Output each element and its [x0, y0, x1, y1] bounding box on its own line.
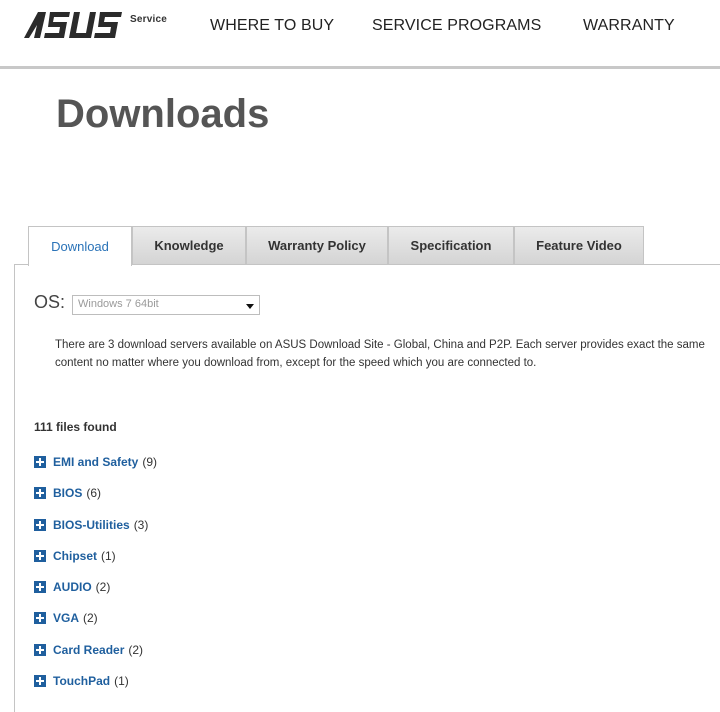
os-select[interactable]: Windows 7 64bit — [72, 295, 260, 315]
expand-plus-icon[interactable] — [34, 581, 46, 594]
tab-specification[interactable]: Specification — [388, 226, 514, 264]
category-count: (9) — [142, 455, 158, 469]
expand-plus-icon[interactable] — [34, 456, 46, 468]
category-count: (3) — [133, 517, 149, 532]
category-name[interactable]: AUDIO — [53, 580, 92, 594]
category-name[interactable]: BIOS — [53, 486, 82, 500]
nav-service-programs[interactable]: SERVICE PROGRAMS — [372, 17, 541, 35]
category-item: TouchPad (1) — [34, 674, 157, 705]
expand-plus-icon[interactable] — [34, 487, 46, 500]
asus-logo[interactable] — [14, 10, 126, 40]
nav-where-to-buy[interactable]: WHERE TO BUY — [210, 17, 334, 35]
tab-warranty-policy[interactable]: Warranty Policy — [246, 226, 388, 264]
category-count: (2) — [83, 611, 98, 626]
category-count: (6) — [86, 486, 102, 501]
expand-plus-icon[interactable] — [34, 612, 46, 625]
category-name[interactable]: TouchPad — [53, 674, 110, 688]
files-found-count: 111 files found — [34, 420, 117, 434]
category-name[interactable]: Card Reader — [53, 643, 124, 657]
category-item: BIOS (6) — [34, 486, 157, 517]
category-name[interactable]: EMI and Safety — [53, 455, 138, 469]
expand-plus-icon[interactable] — [34, 518, 46, 531]
category-item: AUDIO (2) — [34, 580, 157, 611]
category-item: Card Reader (2) — [34, 643, 157, 674]
category-item: Chipset (1) — [34, 549, 157, 580]
category-count: (1) — [114, 674, 129, 689]
os-select-value: Windows 7 64bit — [78, 298, 159, 310]
category-item: VGA (2) — [34, 611, 157, 642]
category-list: EMI and Safety (9) BIOS (6) BIOS-Utiliti… — [34, 455, 157, 705]
category-count: (2) — [128, 642, 144, 657]
page-title: Downloads — [56, 92, 270, 136]
category-count: (2) — [95, 580, 111, 595]
download-servers-notice: There are 3 download servers available o… — [55, 339, 705, 369]
expand-plus-icon[interactable] — [34, 549, 46, 562]
category-count: (1) — [101, 548, 116, 563]
expand-plus-icon[interactable] — [34, 643, 46, 656]
tab-bar: Download Knowledge Warranty Policy Speci… — [28, 226, 720, 266]
tab-knowledge[interactable]: Knowledge — [132, 226, 246, 264]
category-name[interactable]: VGA — [53, 611, 79, 625]
site-header: Service WHERE TO BUY SERVICE PROGRAMS WA… — [0, 0, 720, 69]
tab-feature-video[interactable]: Feature Video — [514, 226, 644, 264]
chevron-down-icon — [246, 304, 254, 309]
os-label: OS: — [34, 292, 66, 312]
tab-download[interactable]: Download — [28, 226, 132, 266]
category-item: EMI and Safety (9) — [34, 455, 157, 486]
logo-service-label: Service — [130, 14, 167, 25]
category-item: BIOS-Utilities (3) — [34, 518, 157, 549]
expand-plus-icon[interactable] — [34, 675, 46, 688]
category-name[interactable]: Chipset — [53, 549, 97, 563]
nav-warranty[interactable]: WARRANTY — [583, 17, 675, 35]
category-name[interactable]: BIOS-Utilities — [53, 518, 130, 532]
